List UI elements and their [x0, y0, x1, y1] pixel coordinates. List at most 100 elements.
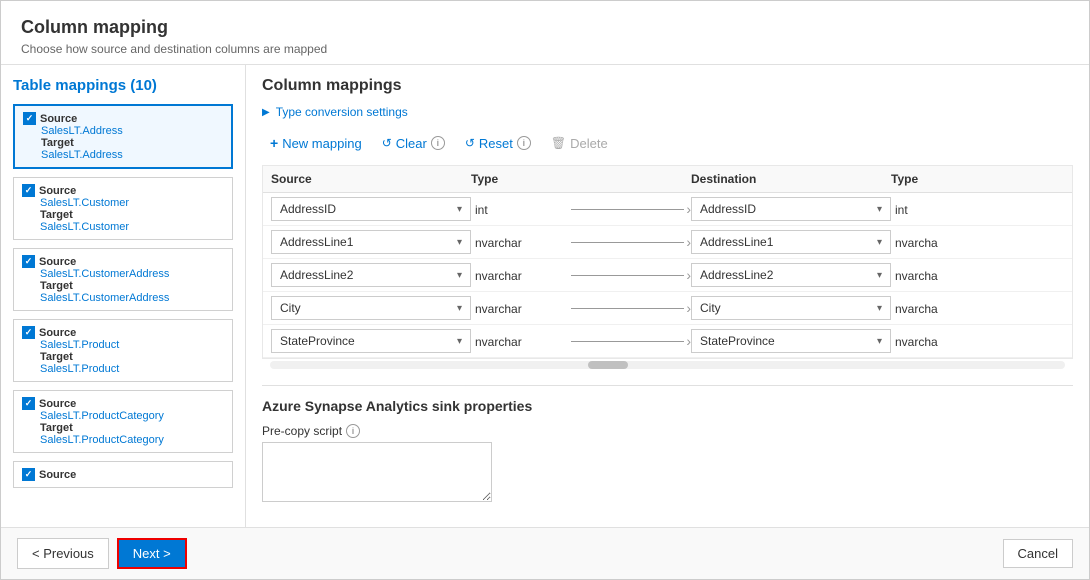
source-dropdown-1[interactable]: AddressID ▾ [271, 197, 471, 221]
right-content: Column mappings ▶ Type conversion settin… [246, 65, 1089, 527]
dest-dropdown-4[interactable]: City ▾ [691, 296, 891, 320]
target-value-2: SalesLT.Customer [40, 221, 224, 233]
source-dropdown-2[interactable]: AddressLine1 ▾ [271, 230, 471, 254]
mapping-table-header: Source Type Destination Type [263, 166, 1072, 193]
header-destination: Destination [691, 172, 891, 186]
header-arrow [571, 172, 691, 186]
mapping-arrow-4 [571, 300, 691, 316]
sink-title: Azure Synapse Analytics sink properties [262, 398, 1073, 414]
dest-type-3: nvarcha [891, 265, 942, 287]
chevron-down-icon: ▾ [877, 303, 882, 314]
delete-button[interactable]: 🗑 Delete [543, 132, 616, 155]
reset-icon: ↺ [465, 136, 475, 150]
source-value-1: SalesLT.Address [41, 125, 223, 137]
source-label-5: Source [22, 397, 224, 410]
clear-icon: ↺ [382, 136, 392, 150]
page-title: Column mapping [21, 17, 1069, 38]
source-type-3: nvarchar [471, 265, 526, 287]
source-label-2: Source [22, 184, 224, 197]
source-dropdown-value-4: City [280, 301, 301, 315]
target-value-3: SalesLT.CustomerAddress [40, 292, 224, 304]
dest-dropdown-5[interactable]: StateProvince ▾ [691, 329, 891, 353]
checkbox-icon-1 [23, 112, 36, 125]
source-value-3: SalesLT.CustomerAddress [40, 268, 224, 280]
source-value-5: SalesLT.ProductCategory [40, 410, 224, 422]
dest-dropdown-value-5: StateProvince [700, 334, 775, 348]
source-dropdown-value-3: AddressLine2 [280, 268, 353, 282]
target-label-1: Target [41, 137, 223, 149]
table-row: StateProvince ▾ nvarchar StateP [263, 325, 1072, 358]
table-row: AddressID ▾ int AddressID [263, 193, 1072, 226]
chevron-down-icon: ▾ [457, 237, 462, 248]
sink-section: Azure Synapse Analytics sink properties … [262, 385, 1073, 505]
sidebar-title: Table mappings (10) [13, 77, 233, 94]
page-subtitle: Choose how source and destination column… [21, 42, 1069, 56]
source-dropdown-3[interactable]: AddressLine2 ▾ [271, 263, 471, 287]
reset-button[interactable]: ↺ Reset i [457, 132, 539, 155]
checkbox-icon-3 [22, 255, 35, 268]
previous-button[interactable]: < Previous [17, 538, 109, 569]
type-conversion-arrow-icon: ▶ [262, 107, 270, 118]
reset-info-icon: i [517, 136, 531, 150]
footer-nav-buttons: < Previous Next > [17, 538, 187, 569]
pre-copy-script-input[interactable] [262, 442, 492, 502]
target-label-4: Target [40, 351, 224, 363]
mapping-toolbar: + New mapping ↺ Clear i ↺ Reset i 🗑 Dele… [262, 131, 1073, 155]
chevron-down-icon: ▾ [877, 237, 882, 248]
footer: < Previous Next > Cancel [1, 527, 1089, 579]
chevron-down-icon: ▾ [877, 204, 882, 215]
source-label-4: Source [22, 326, 224, 339]
source-label-6: Source [22, 468, 224, 481]
table-mapping-item-1[interactable]: Source SalesLT.Address Target SalesLT.Ad… [13, 104, 233, 169]
table-mapping-item-2[interactable]: Source SalesLT.Customer Target SalesLT.C… [13, 177, 233, 240]
type-conversion-settings[interactable]: ▶ Type conversion settings [262, 105, 1073, 119]
checkbox-icon-6 [22, 468, 35, 481]
source-dropdown-value-1: AddressID [280, 202, 336, 216]
target-value-1: SalesLT.Address [41, 149, 223, 161]
source-dropdown-value-5: StateProvince [280, 334, 355, 348]
source-dropdown-value-2: AddressLine1 [280, 235, 353, 249]
source-type-4: nvarchar [471, 298, 526, 320]
cancel-button[interactable]: Cancel [1003, 539, 1073, 568]
dest-type-2: nvarcha [891, 232, 942, 254]
dest-type-4: nvarcha [891, 298, 942, 320]
source-type-1: int [471, 199, 492, 221]
checkbox-icon-2 [22, 184, 35, 197]
target-value-4: SalesLT.Product [40, 363, 224, 375]
target-value-5: SalesLT.ProductCategory [40, 434, 224, 446]
mapping-arrow-1 [571, 201, 691, 217]
source-value-2: SalesLT.Customer [40, 197, 224, 209]
source-type-5: nvarchar [471, 331, 526, 353]
chevron-down-icon: ▾ [457, 270, 462, 281]
table-row: City ▾ nvarchar City [263, 292, 1072, 325]
target-label-2: Target [40, 209, 224, 221]
table-mapping-item-5[interactable]: Source SalesLT.ProductCategory Target Sa… [13, 390, 233, 453]
dest-dropdown-value-2: AddressLine1 [700, 235, 773, 249]
new-mapping-button[interactable]: + New mapping [262, 131, 370, 155]
source-dropdown-4[interactable]: City ▾ [271, 296, 471, 320]
dest-dropdown-2[interactable]: AddressLine1 ▾ [691, 230, 891, 254]
source-dropdown-5[interactable]: StateProvince ▾ [271, 329, 471, 353]
clear-button[interactable]: ↺ Clear i [374, 132, 453, 155]
clear-info-icon: i [431, 136, 445, 150]
source-value-4: SalesLT.Product [40, 339, 224, 351]
dest-dropdown-3[interactable]: AddressLine2 ▾ [691, 263, 891, 287]
chevron-down-icon: ▾ [457, 204, 462, 215]
mapping-arrow-2 [571, 234, 691, 250]
header-type2: Type [891, 172, 971, 186]
plus-icon: + [270, 135, 278, 151]
horizontal-scrollbar[interactable] [270, 361, 1065, 369]
pre-copy-info-icon: i [346, 424, 360, 438]
dest-dropdown-1[interactable]: AddressID ▾ [691, 197, 891, 221]
source-label-1: Source [23, 112, 223, 125]
pre-copy-label: Pre-copy script i [262, 424, 1073, 438]
target-label-3: Target [40, 280, 224, 292]
next-button[interactable]: Next > [117, 538, 187, 569]
scrollbar-thumb[interactable] [588, 361, 628, 369]
table-mapping-item-3[interactable]: Source SalesLT.CustomerAddress Target Sa… [13, 248, 233, 311]
table-mapping-item-6[interactable]: Source [13, 461, 233, 488]
column-mappings-title: Column mappings [262, 77, 1073, 95]
mapping-arrow-5 [571, 333, 691, 349]
table-mapping-item-4[interactable]: Source SalesLT.Product Target SalesLT.Pr… [13, 319, 233, 382]
chevron-down-icon: ▾ [877, 270, 882, 281]
